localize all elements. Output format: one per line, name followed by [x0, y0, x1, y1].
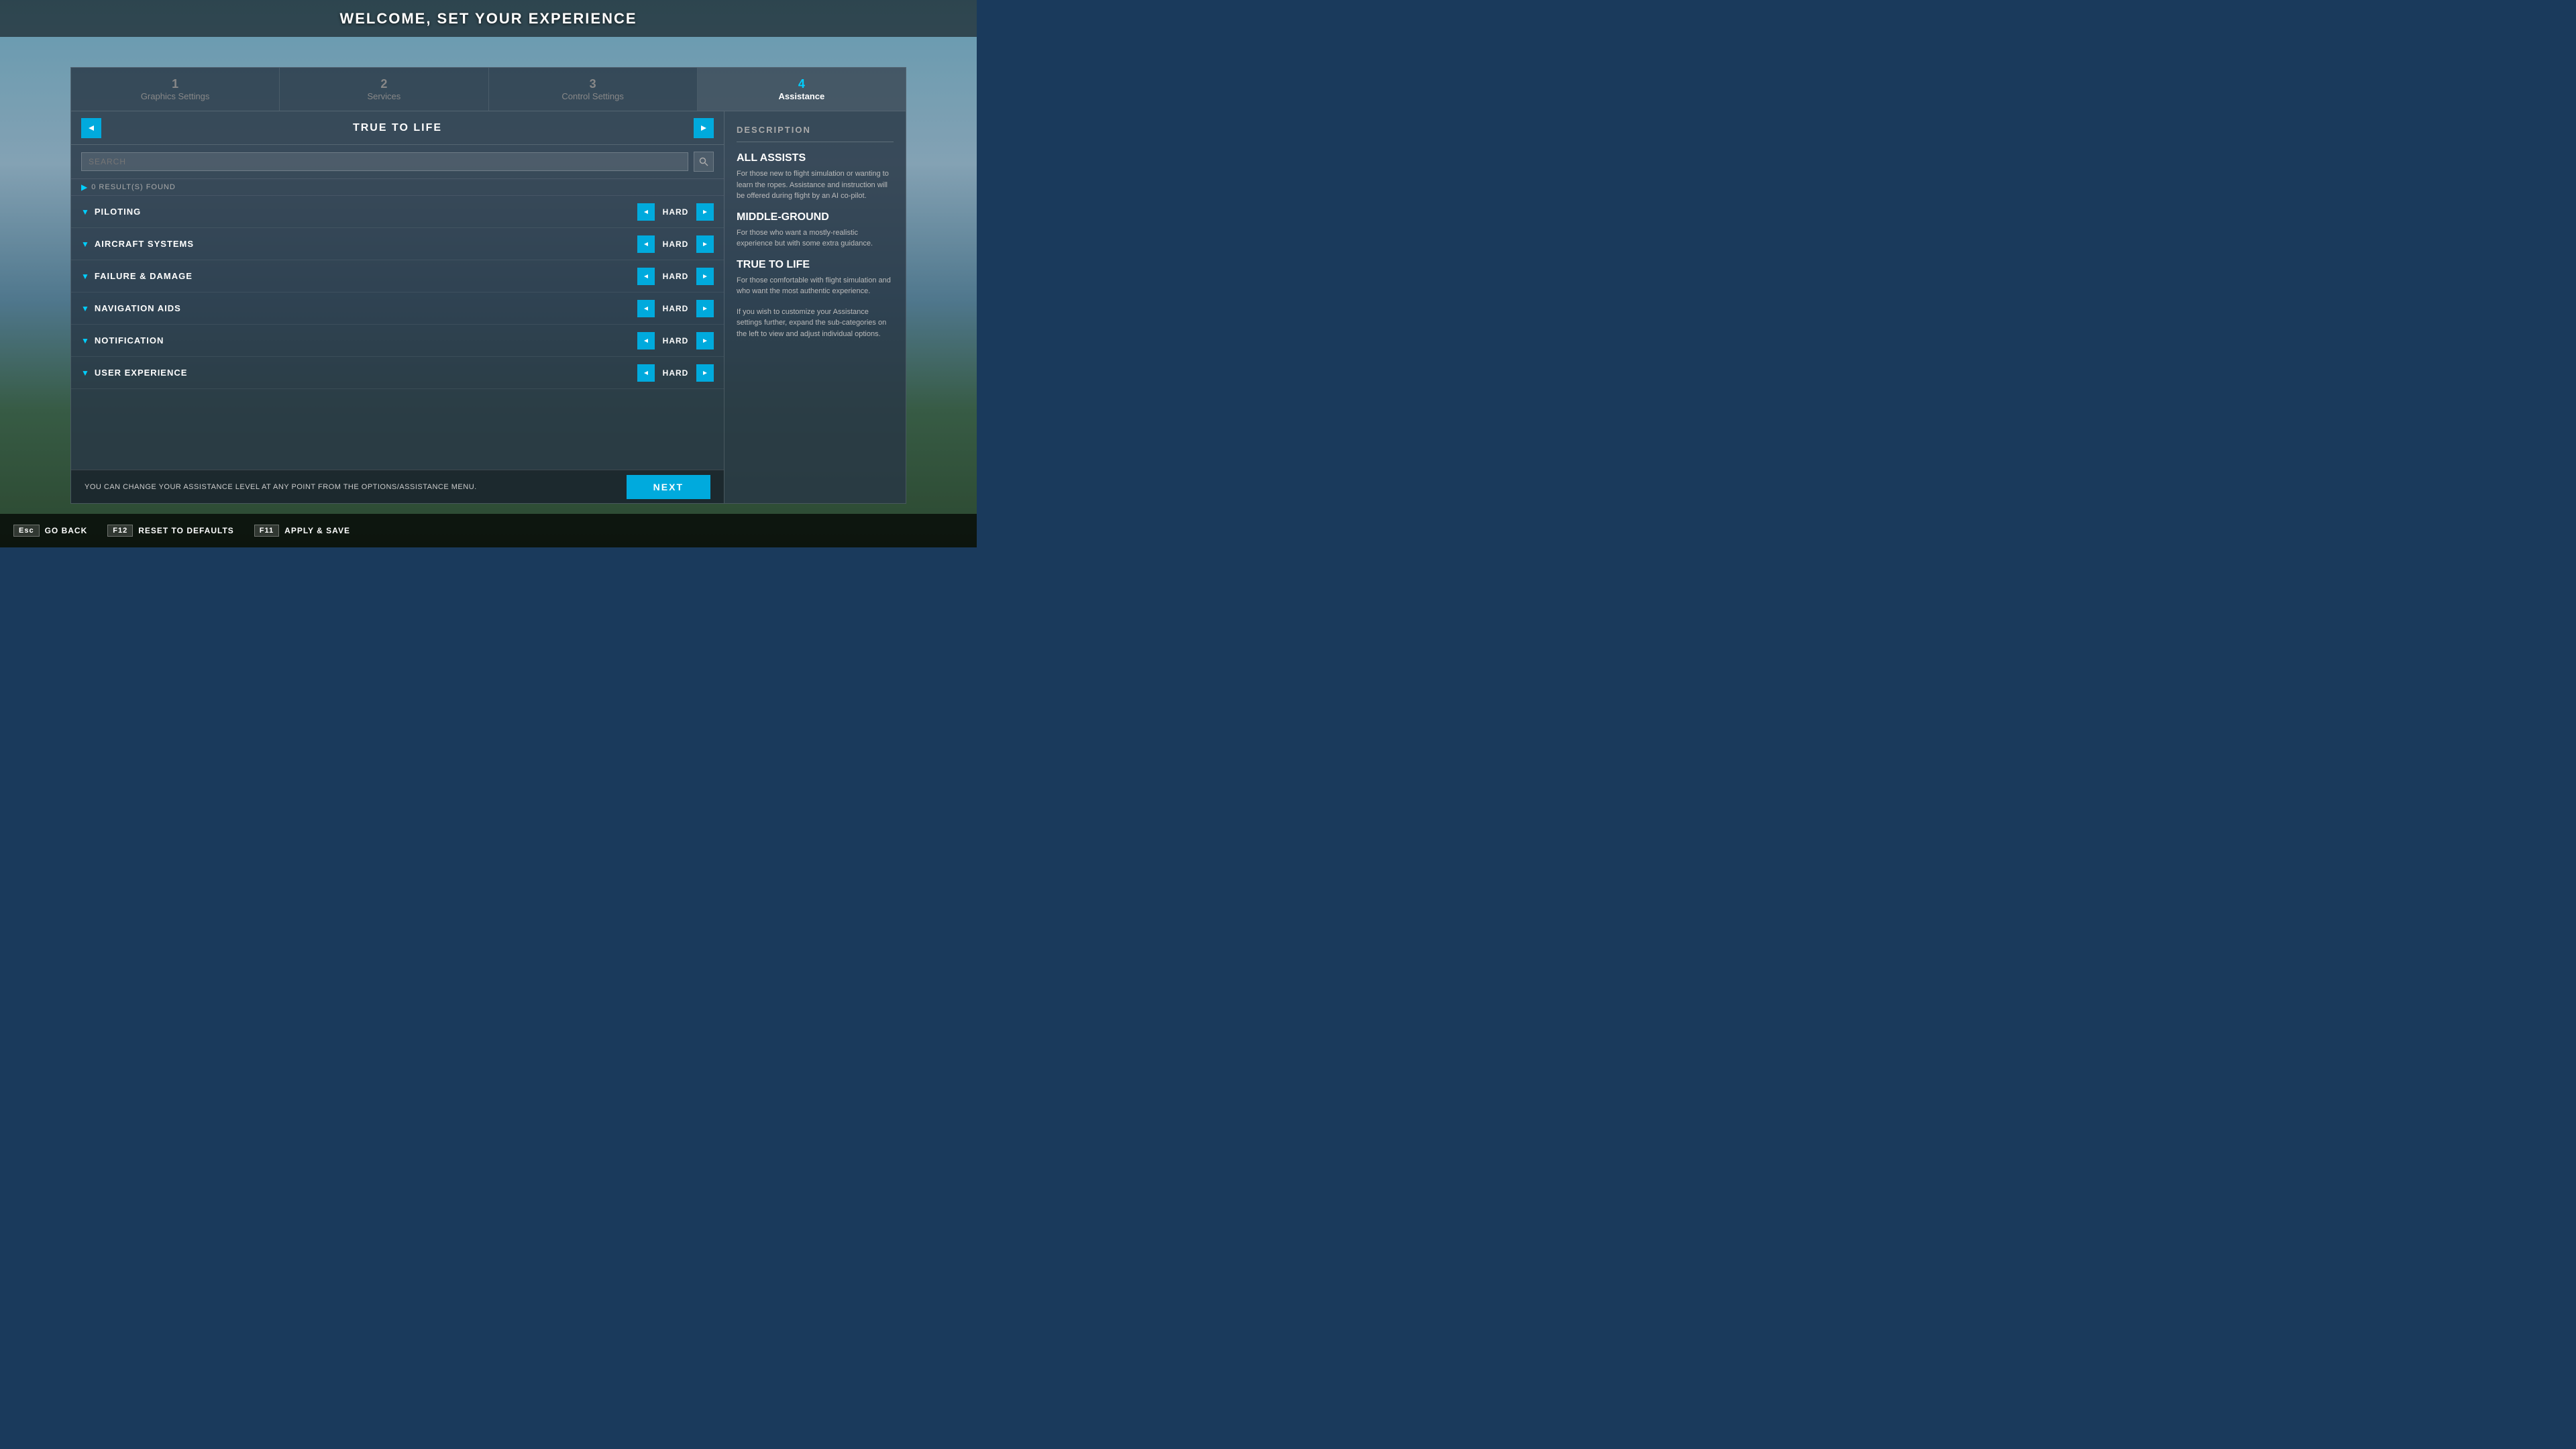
step-2-label: Services — [367, 91, 400, 101]
cat-prev-piloting[interactable] — [637, 203, 655, 221]
category-name-failure-damage: FAILURE & DAMAGE — [95, 271, 637, 281]
cat-next-piloting[interactable] — [696, 203, 714, 221]
footer-reset-label: RESET TO DEFAULTS — [138, 526, 234, 535]
cat-next-user-experience[interactable] — [696, 364, 714, 382]
category-row-aircraft-systems: ▼ AIRCRAFT SYSTEMS HARD — [71, 228, 724, 260]
cat-prev-aircraft-systems[interactable] — [637, 235, 655, 253]
category-name-navigation-aids: NAVIGATION AIDS — [95, 303, 637, 313]
cat-prev-navigation-aids[interactable] — [637, 300, 655, 317]
category-controls-notification: HARD — [637, 332, 714, 350]
footer-back-label: GO BACK — [45, 526, 88, 535]
step-4[interactable]: 4 Assistance — [698, 68, 906, 111]
chevron-icon-failure-damage[interactable]: ▼ — [81, 272, 89, 281]
cat-prev-user-experience[interactable] — [637, 364, 655, 382]
step-4-num: 4 — [798, 77, 805, 91]
category-name-user-experience: USER EXPERIENCE — [95, 368, 637, 378]
step-1-num: 1 — [172, 77, 178, 91]
cat-next-aircraft-systems[interactable] — [696, 235, 714, 253]
bottom-info-bar: YOU CAN CHANGE YOUR ASSISTANCE LEVEL AT … — [71, 470, 724, 503]
footer-action-apply: F11 APPLY & SAVE — [254, 525, 350, 537]
category-controls-user-experience: HARD — [637, 364, 714, 382]
main-dialog: 1 Graphics Settings 2 Services 3 Control… — [70, 67, 906, 504]
description-heading: DESCRIPTION — [737, 125, 894, 142]
f11-key-badge: F11 — [254, 525, 279, 537]
footer-bar: Esc GO BACK F12 RESET TO DEFAULTS F11 AP… — [0, 514, 977, 547]
category-row-notification: ▼ NOTIFICATION HARD — [71, 325, 724, 357]
category-row-user-experience: ▼ USER EXPERIENCE HARD — [71, 357, 724, 389]
category-controls-failure-damage: HARD — [637, 268, 714, 285]
search-bar — [71, 145, 724, 179]
content-area: TRUE TO LIFE ▶ 0 RESULT(S) FOUND — [71, 111, 906, 503]
next-button[interactable]: NEXT — [627, 475, 710, 499]
step-2-num: 2 — [380, 77, 387, 91]
steps-bar: 1 Graphics Settings 2 Services 3 Control… — [71, 68, 906, 111]
chevron-icon-piloting[interactable]: ▼ — [81, 207, 89, 217]
step-3-num: 3 — [590, 77, 596, 91]
prev-button[interactable] — [81, 118, 101, 138]
cat-next-navigation-aids[interactable] — [696, 300, 714, 317]
category-name-notification: NOTIFICATION — [95, 335, 637, 345]
category-row-failure-damage: ▼ FAILURE & DAMAGE HARD — [71, 260, 724, 292]
desc-title-all-assists: ALL ASSISTS — [737, 152, 894, 164]
cat-next-failure-damage[interactable] — [696, 268, 714, 285]
step-3-label: Control Settings — [561, 91, 624, 101]
category-list: ▼ PILOTING HARD ▼ AIRCRAFT — [71, 196, 724, 470]
page-title: WELCOME, SET YOUR EXPERIENCE — [339, 10, 637, 28]
category-row-navigation-aids: ▼ NAVIGATION AIDS HARD — [71, 292, 724, 325]
title-bar: WELCOME, SET YOUR EXPERIENCE — [0, 0, 977, 37]
results-row: ▶ 0 RESULT(S) FOUND — [71, 179, 724, 196]
cat-value-notification: HARD — [659, 336, 692, 345]
right-panel: DESCRIPTION ALL ASSISTS For those new to… — [724, 111, 906, 503]
bottom-info-text: YOU CAN CHANGE YOUR ASSISTANCE LEVEL AT … — [85, 483, 477, 491]
step-4-label: Assistance — [779, 91, 825, 101]
chevron-icon-notification[interactable]: ▼ — [81, 336, 89, 345]
chevron-icon-user-experience[interactable]: ▼ — [81, 368, 89, 378]
step-1[interactable]: 1 Graphics Settings — [71, 68, 280, 111]
cat-value-user-experience: HARD — [659, 368, 692, 378]
esc-key-badge: Esc — [13, 525, 40, 537]
f12-key-badge: F12 — [107, 525, 133, 537]
step-3[interactable]: 3 Control Settings — [489, 68, 698, 111]
cat-value-failure-damage: HARD — [659, 272, 692, 281]
cat-value-aircraft-systems: HARD — [659, 239, 692, 249]
category-controls-aircraft-systems: HARD — [637, 235, 714, 253]
footer-action-reset: F12 RESET TO DEFAULTS — [107, 525, 234, 537]
cat-next-notification[interactable] — [696, 332, 714, 350]
cat-value-piloting: HARD — [659, 207, 692, 217]
chevron-icon-aircraft-systems[interactable]: ▼ — [81, 239, 89, 249]
results-text: 0 RESULT(S) FOUND — [91, 183, 176, 191]
desc-text-all-assists: For those new to flight simulation or wa… — [737, 168, 894, 202]
footer-apply-label: APPLY & SAVE — [284, 526, 350, 535]
cat-prev-failure-damage[interactable] — [637, 268, 655, 285]
step-1-label: Graphics Settings — [141, 91, 210, 101]
category-controls-piloting: HARD — [637, 203, 714, 221]
category-name-aircraft-systems: AIRCRAFT SYSTEMS — [95, 239, 637, 249]
desc-extra-text: If you wish to customize your Assistance… — [737, 307, 894, 340]
panel-header: TRUE TO LIFE — [71, 111, 724, 145]
category-name-piloting: PILOTING — [95, 207, 637, 217]
step-2[interactable]: 2 Services — [280, 68, 488, 111]
cat-prev-notification[interactable] — [637, 332, 655, 350]
search-input[interactable] — [81, 152, 688, 171]
desc-text-true-to-life: For those comfortable with flight simula… — [737, 275, 894, 297]
desc-title-true-to-life: TRUE TO LIFE — [737, 259, 894, 271]
results-arrow-icon: ▶ — [81, 182, 87, 192]
next-arrow-button[interactable] — [694, 118, 714, 138]
category-controls-navigation-aids: HARD — [637, 300, 714, 317]
search-icon-button[interactable] — [694, 152, 714, 172]
desc-text-middle-ground: For those who want a mostly-realistic ex… — [737, 227, 894, 250]
footer-action-back: Esc GO BACK — [13, 525, 87, 537]
category-row-piloting: ▼ PILOTING HARD — [71, 196, 724, 228]
left-panel: TRUE TO LIFE ▶ 0 RESULT(S) FOUND — [71, 111, 724, 503]
panel-title: TRUE TO LIFE — [108, 122, 687, 134]
chevron-icon-navigation-aids[interactable]: ▼ — [81, 304, 89, 313]
desc-title-middle-ground: MIDDLE-GROUND — [737, 211, 894, 223]
cat-value-navigation-aids: HARD — [659, 304, 692, 313]
